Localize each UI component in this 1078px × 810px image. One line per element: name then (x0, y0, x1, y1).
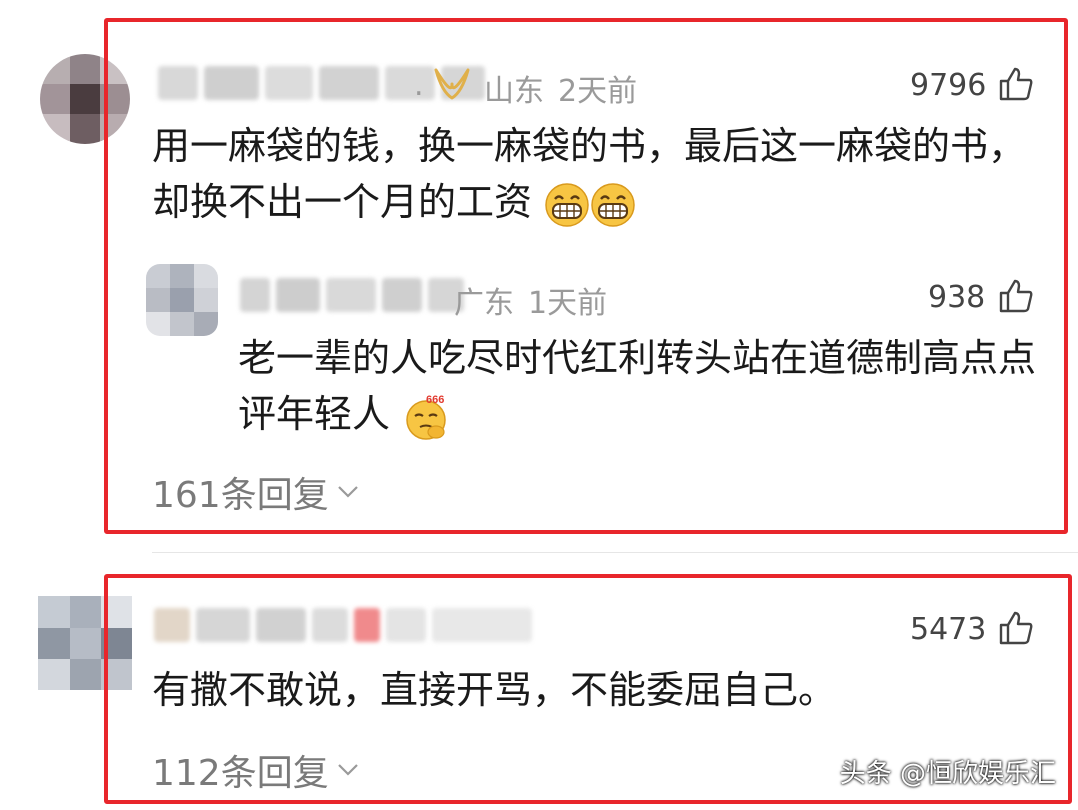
watermark: 头条 @恒欣娱乐汇 (839, 759, 1056, 789)
comment-divider (152, 552, 1078, 553)
comment-thread: . 山东 2天前 9796 用一麻袋的钱，换一麻袋的书，最后这一麻袋的书，却换不… (0, 0, 1078, 810)
highlight-box (104, 18, 1068, 534)
